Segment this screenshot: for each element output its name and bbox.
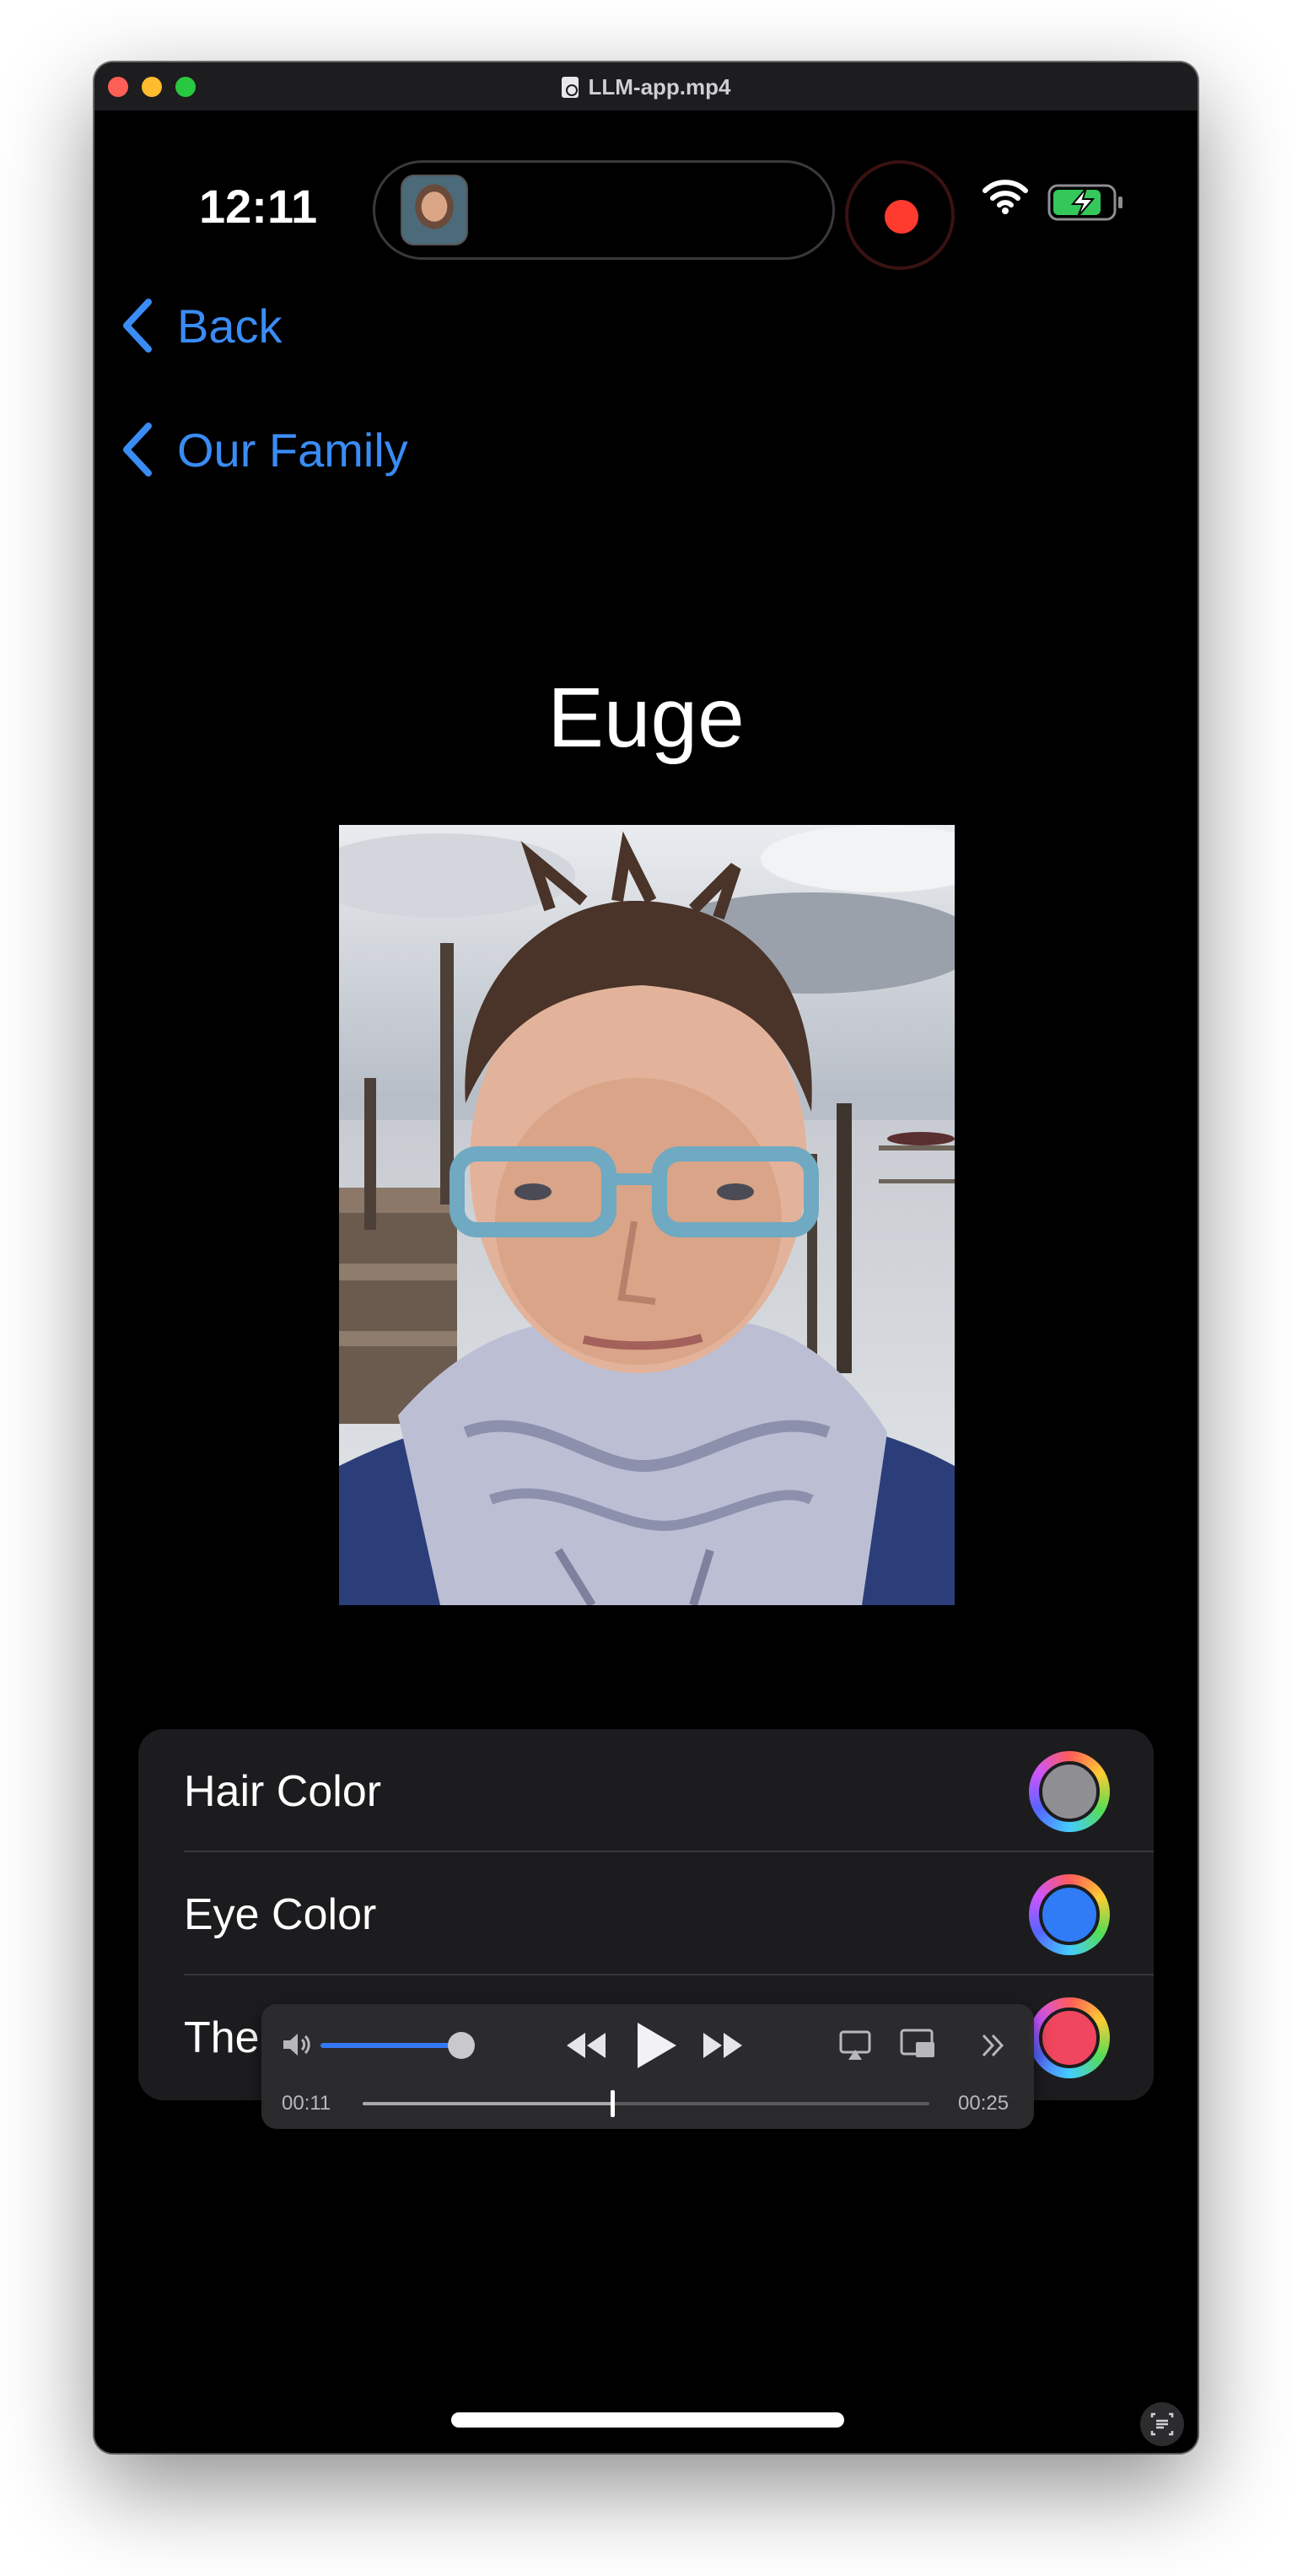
window-titlebar: LLM-app.mp4 xyxy=(94,62,1198,111)
fast-forward-icon[interactable] xyxy=(700,2029,744,2061)
wifi-icon xyxy=(982,180,1028,214)
airplay-icon[interactable] xyxy=(838,2029,872,2061)
person-photo xyxy=(339,825,955,1605)
live-text-icon[interactable] xyxy=(1140,2402,1184,2446)
video-player-window: LLM-app.mp4 12:11 Back Our Family Euge H… xyxy=(94,62,1198,2453)
rewind-icon[interactable] xyxy=(565,2029,609,2061)
our-family-label: Our Family xyxy=(177,423,408,477)
battery-charging-icon xyxy=(1047,184,1122,221)
third-color-swatch xyxy=(1039,2007,1100,2068)
eye-color-label: Eye Color xyxy=(184,1890,377,1939)
third-color-picker[interactable] xyxy=(1029,1997,1110,2078)
eye-color-picker[interactable] xyxy=(1029,1874,1110,1955)
duration-time: 00:25 xyxy=(958,2092,1009,2115)
our-family-back-button[interactable]: Our Family xyxy=(118,421,408,478)
facetime-avatar xyxy=(401,175,468,245)
eye-color-swatch xyxy=(1039,1884,1100,1945)
hair-color-picker[interactable] xyxy=(1029,1751,1110,1832)
video-file-icon xyxy=(561,77,579,98)
record-dot xyxy=(885,200,918,234)
hair-color-row[interactable]: Hair Color xyxy=(138,1729,1154,1852)
hair-color-swatch xyxy=(1039,1761,1100,1822)
window-title: LLM-app.mp4 xyxy=(94,74,1198,100)
third-color-label: The xyxy=(184,2013,260,2062)
more-options-chevron-icon[interactable] xyxy=(978,2031,1007,2060)
eye-color-row[interactable]: Eye Color xyxy=(138,1852,1154,1975)
current-time: 00:11 xyxy=(282,2092,331,2115)
playhead[interactable] xyxy=(610,2090,615,2117)
dynamic-island xyxy=(373,160,835,260)
chevron-left-icon xyxy=(123,299,152,353)
volume-slider[interactable] xyxy=(320,2043,462,2048)
window-title-text: LLM-app.mp4 xyxy=(588,74,731,100)
playback-scrubber[interactable] xyxy=(363,2090,929,2117)
volume-knob[interactable] xyxy=(448,2032,476,2059)
video-controls-overlay: 00:11 00:25 xyxy=(261,2004,1034,2129)
play-icon[interactable] xyxy=(633,2019,680,2072)
hair-color-label: Hair Color xyxy=(184,1767,382,1816)
volume-icon[interactable] xyxy=(280,2028,314,2061)
chevron-left-icon xyxy=(123,423,152,477)
phone-screen: 12:11 Back Our Family Euge Hair Color Ey… xyxy=(94,111,1198,2453)
back-button[interactable]: Back xyxy=(118,297,283,354)
person-name-title: Euge xyxy=(547,671,745,765)
scan-text-glyph xyxy=(1150,2412,1174,2436)
screen-recording-icon[interactable] xyxy=(845,160,955,270)
playback-progress-fill xyxy=(363,2102,612,2105)
home-indicator[interactable] xyxy=(451,2412,844,2428)
picture-in-picture-icon[interactable] xyxy=(899,2028,938,2061)
status-time: 12:11 xyxy=(199,180,318,233)
back-button-label: Back xyxy=(177,299,283,353)
